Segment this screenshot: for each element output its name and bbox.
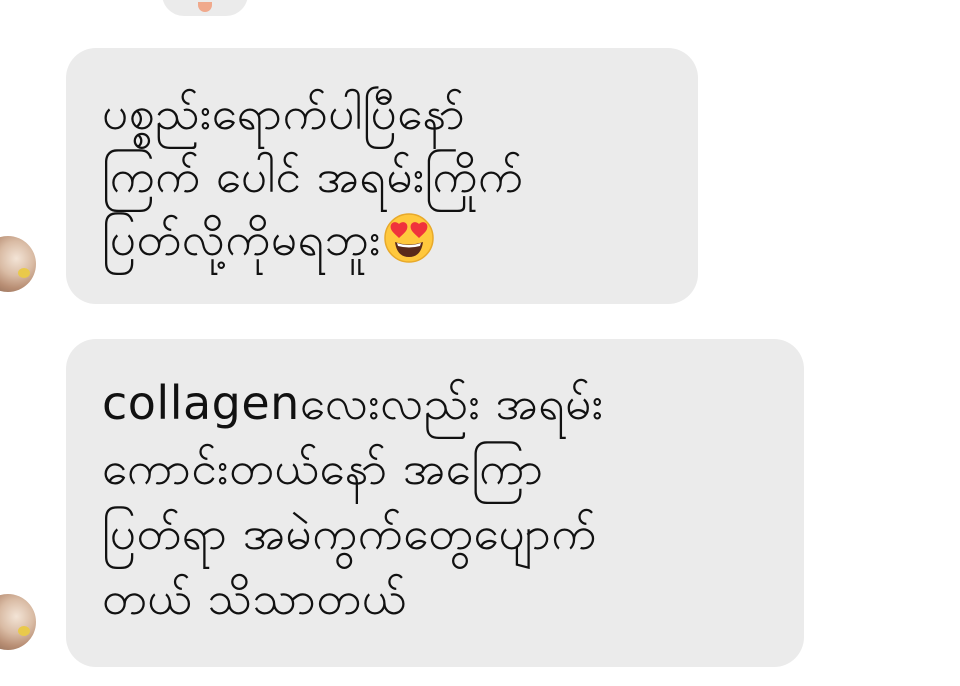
message-text-line: ကောင်းတယ်နော် အကြော — [102, 441, 544, 495]
sender-avatar[interactable] — [0, 236, 36, 292]
message-text-line: collagenလေးလည်း အရမ်း — [102, 376, 604, 430]
thread-bottom-edge — [0, 672, 960, 686]
message-text-line: ပြတ်လို့ကိုမရဘူး — [102, 208, 662, 271]
sender-avatar[interactable] — [0, 594, 36, 650]
previous-message-bubble[interactable] — [162, 0, 248, 16]
avatar-detail — [18, 626, 30, 636]
message-bubble[interactable]: collagenလေးလည်း အရမ်း ကောင်းတယ်နော် အကြေ… — [66, 339, 804, 667]
avatar-detail — [18, 268, 30, 278]
heart-eyes-emoji-icon — [384, 212, 434, 263]
message-text: ပြတ်လို့ကိုမရဘူး — [102, 212, 382, 266]
message-text-line: ကြက် ပေါင် အရမ်းကြိုက် — [102, 149, 524, 203]
message-text-line: ပြတ်ရာ အမဲကွက်တွေပျောက် — [102, 506, 597, 560]
message-bubble[interactable]: ပစ္စည်းရောက်ပါပြီနော် ကြက် ပေါင် အရမ်းကြ… — [66, 48, 698, 304]
message-text-line: ပစ္စည်းရောက်ပါပြီနော် — [102, 86, 466, 140]
reaction-icon — [198, 2, 212, 12]
message-text-line: တယ် သိသာတယ် — [102, 571, 407, 625]
